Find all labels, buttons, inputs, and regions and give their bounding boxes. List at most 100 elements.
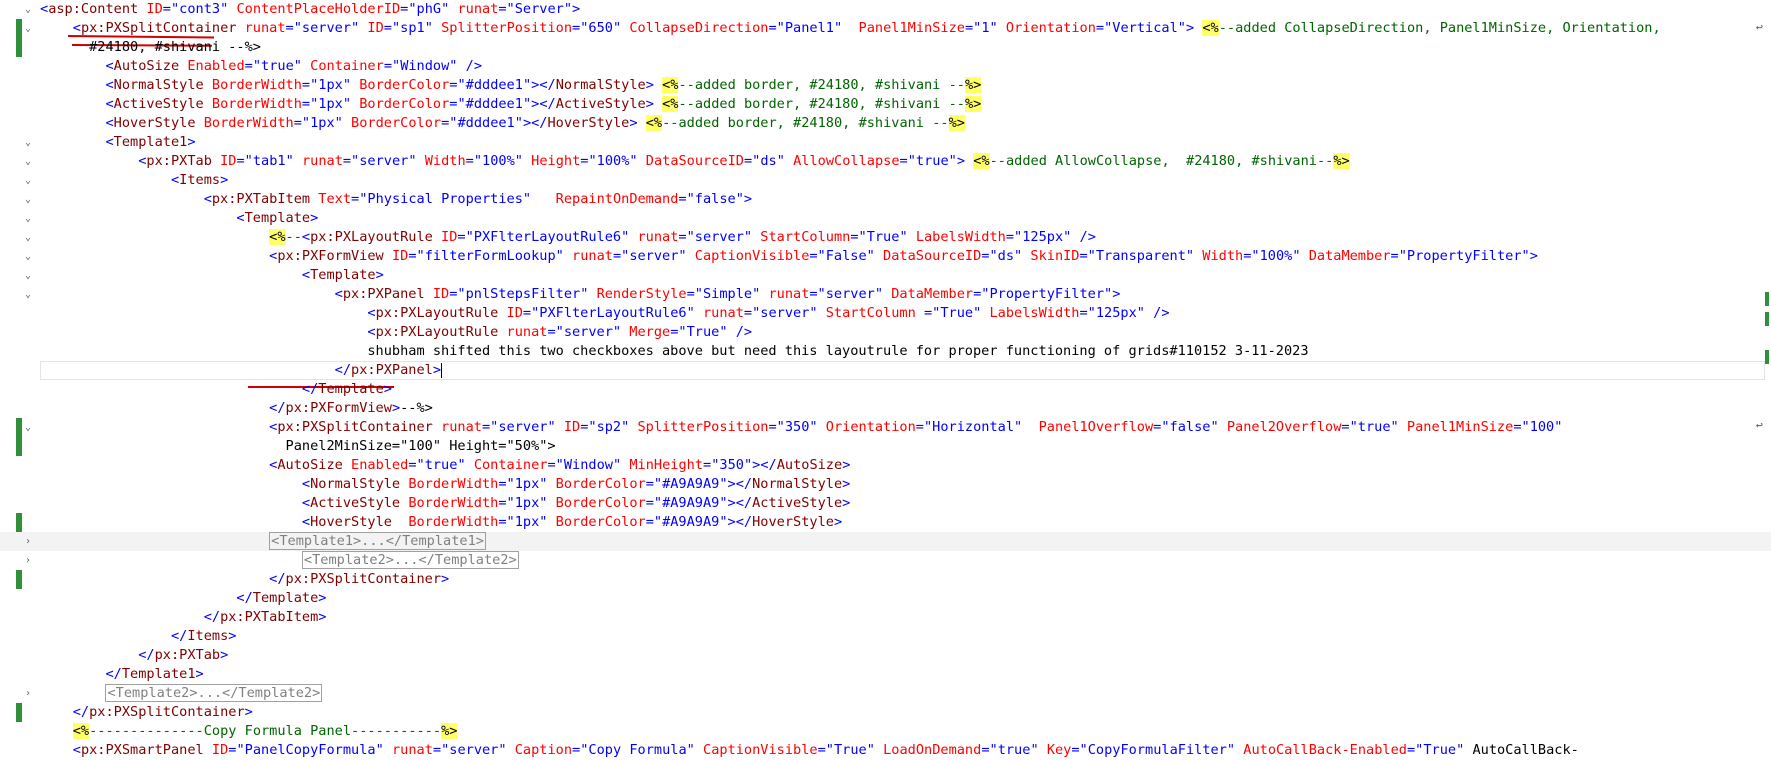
- code-line-text: </Template>: [301, 381, 392, 397]
- code-line-text: <Template2>...</Template2>: [40, 551, 519, 570]
- code-line-text: <HoverStyle BorderWidth="1px" BorderColo…: [105, 115, 965, 131]
- code-line[interactable]: ⌄ <Template1>: [0, 133, 1771, 152]
- code-line-text: </Template1>: [105, 666, 204, 682]
- fold-collapse-icon[interactable]: ⌄: [22, 19, 34, 38]
- code-line-text: </Template>: [236, 590, 327, 606]
- change-indicator: [16, 570, 22, 589]
- collapsed-region[interactable]: <Template2>...</Template2>: [301, 551, 519, 569]
- code-line-text: <px:PXFormView ID="filterFormLookup" run…: [269, 248, 1538, 264]
- code-line[interactable]: </px:PXSplitContainer>: [0, 570, 1771, 589]
- code-line-text: <%--------------Copy Formula Panel------…: [72, 723, 458, 739]
- code-line-text: <Template>: [301, 267, 384, 283]
- fold-collapse-icon[interactable]: ⌄: [22, 133, 34, 152]
- code-line-text: <Template1>: [105, 134, 196, 150]
- code-line[interactable]: <AutoSize Enabled="true" Container="Wind…: [0, 57, 1771, 76]
- code-line[interactable]: ⌄ <Template>: [0, 266, 1771, 285]
- code-line[interactable]: <ActiveStyle BorderWidth="1px" BorderCol…: [0, 95, 1771, 114]
- code-line[interactable]: </Template>: [0, 589, 1771, 608]
- code-line[interactable]: ⌄ <px:PXTabItem Text="Physical Propertie…: [0, 190, 1771, 209]
- code-line[interactable]: <HoverStyle BorderWidth="1px" BorderColo…: [0, 114, 1771, 133]
- word-wrap-icon: ↩: [1755, 418, 1763, 432]
- code-line-text: <asp:Content ID="cont3" ContentPlaceHold…: [40, 1, 581, 17]
- code-line[interactable]: <AutoSize Enabled="true" Container="Wind…: [0, 456, 1771, 475]
- code-line[interactable]: Panel2MinSize="100" Height="50%">: [0, 437, 1771, 456]
- code-line[interactable]: ⌄ <Items>: [0, 171, 1771, 190]
- code-line-text: <Template>: [236, 210, 319, 226]
- code-line[interactable]: ⌄ <px:PXPanel ID="pnlStepsFilter" Render…: [0, 285, 1771, 304]
- code-line-text: Panel2MinSize="100" Height="50%">: [40, 438, 556, 454]
- change-indicator: [16, 437, 22, 456]
- code-line[interactable]: </Template>: [0, 380, 1771, 399]
- fold-collapse-icon[interactable]: ⌄: [22, 418, 34, 437]
- code-line[interactable]: <%--------------Copy Formula Panel------…: [0, 722, 1771, 741]
- fold-collapse-icon[interactable]: ⌄: [22, 209, 34, 228]
- fold-collapse-icon[interactable]: ⌄: [22, 171, 34, 190]
- code-line[interactable]: ⌄ <asp:Content ID="cont3" ContentPlaceHol…: [0, 0, 1771, 19]
- code-line-text: <ActiveStyle BorderWidth="1px" BorderCol…: [105, 96, 982, 112]
- fold-collapse-icon[interactable]: ⌄: [22, 247, 34, 266]
- code-line[interactable]: <HoverStyle BorderWidth="1px" BorderColo…: [0, 513, 1771, 532]
- code-line[interactable]: </px:PXTabItem>: [0, 608, 1771, 627]
- fold-expand-icon[interactable]: ›: [22, 551, 34, 570]
- code-line-text: <NormalStyle BorderWidth="1px" BorderCol…: [105, 77, 982, 93]
- code-line[interactable]: </px:PXSplitContainer>: [0, 703, 1771, 722]
- text-caret: [441, 362, 443, 378]
- code-line-text: </Items>: [170, 628, 237, 644]
- code-line[interactable]: </Items>: [0, 627, 1771, 646]
- code-line-text: <px:PXLayoutRule ID="PXFlterLayoutRule6"…: [367, 305, 1170, 321]
- code-line[interactable]: <px:PXLayoutRule ID="PXFlterLayoutRule6"…: [0, 304, 1771, 323]
- code-line[interactable]: › <Template2>...</Template2>: [0, 684, 1771, 703]
- code-line[interactable]: › <Template2>...</Template2>: [0, 551, 1771, 570]
- fold-collapse-icon[interactable]: ⌄: [22, 152, 34, 171]
- code-line-text: </px:PXSplitContainer>: [269, 571, 450, 587]
- code-line[interactable]: </px:PXTab>: [0, 646, 1771, 665]
- code-line[interactable]: #24180, #shivani --%>: [0, 38, 1771, 57]
- code-line-text: </px:PXFormView>--%>: [269, 400, 433, 416]
- code-line-text: <px:PXSplitContainer runat="server" ID="…: [72, 20, 1661, 36]
- fold-collapse-icon[interactable]: ⌄: [22, 0, 34, 19]
- code-line[interactable]: ⌄ <px:PXSplitContainer runat="server" ID…: [0, 19, 1771, 38]
- code-line-text: <px:PXTabItem Text="Physical Properties"…: [203, 191, 753, 207]
- code-line[interactable]: shubham shifted this two checkboxes abov…: [0, 342, 1771, 361]
- code-line[interactable]: › <Template1>...</Template1>: [0, 532, 1771, 551]
- code-line-text: </px:PXTab>: [138, 647, 229, 663]
- code-line[interactable]: ⌄ <px:PXTab ID="tab1" runat="server" Wid…: [0, 152, 1771, 171]
- scrollbar-change-marker: [1765, 312, 1769, 326]
- code-line-text: <Template1>...</Template1>: [40, 532, 486, 551]
- fold-expand-icon[interactable]: ›: [22, 532, 34, 551]
- code-line[interactable]: <NormalStyle BorderWidth="1px" BorderCol…: [0, 76, 1771, 95]
- fold-collapse-icon[interactable]: ⌄: [22, 190, 34, 209]
- code-line-text: </px:PXSplitContainer>: [72, 704, 253, 720]
- code-line[interactable]: ⌄ <Template>: [0, 209, 1771, 228]
- code-line[interactable]: </Template1>: [0, 665, 1771, 684]
- code-line-text: <px:PXPanel ID="pnlStepsFilter" RenderSt…: [334, 286, 1121, 302]
- scrollbar-change-marker: [1765, 292, 1769, 306]
- code-line[interactable]: <px:PXLayoutRule runat="server" Merge="T…: [0, 323, 1771, 342]
- code-editor[interactable]: ⌄ <asp:Content ID="cont3" ContentPlaceHol…: [0, 0, 1771, 759]
- code-line[interactable]: <ActiveStyle BorderWidth="1px" BorderCol…: [0, 494, 1771, 513]
- code-line-text: <Items>: [170, 172, 229, 188]
- code-line-text: shubham shifted this two checkboxes abov…: [40, 343, 1309, 359]
- code-line[interactable]: ⌄ <%--<px:PXLayoutRule ID="PXFlterLayout…: [0, 228, 1771, 247]
- code-line[interactable]: </px:PXPanel>: [0, 361, 1771, 380]
- code-line-text: #24180, #shivani --%>: [40, 39, 261, 55]
- code-line[interactable]: <NormalStyle BorderWidth="1px" BorderCol…: [0, 475, 1771, 494]
- code-line-text: </px:PXTabItem>: [203, 609, 327, 625]
- code-line-text: <AutoSize Enabled="true" Container="Wind…: [269, 457, 851, 473]
- code-line-text: <AutoSize Enabled="true" Container="Wind…: [105, 58, 483, 74]
- code-line-text: </px:PXPanel>: [334, 362, 443, 378]
- fold-expand-icon[interactable]: ›: [22, 684, 34, 703]
- collapsed-region[interactable]: <Template2>...</Template2>: [105, 684, 323, 702]
- code-line-text: <%--<px:PXLayoutRule ID="PXFlterLayoutRu…: [269, 229, 1096, 245]
- code-line[interactable]: <px:PXSmartPanel ID="PanelCopyFormula" r…: [0, 741, 1771, 760]
- code-line[interactable]: ⌄ <px:PXFormView ID="filterFormLookup" r…: [0, 247, 1771, 266]
- fold-collapse-icon[interactable]: ⌄: [22, 228, 34, 247]
- code-line-text: <HoverStyle BorderWidth="1px" BorderColo…: [301, 514, 843, 530]
- code-line[interactable]: </px:PXFormView>--%>: [0, 399, 1771, 418]
- code-line-text: <px:PXSmartPanel ID="PanelCopyFormula" r…: [72, 742, 1579, 758]
- fold-collapse-icon[interactable]: ⌄: [22, 285, 34, 304]
- code-line[interactable]: ⌄ <px:PXSplitContainer runat="server" ID…: [0, 418, 1771, 437]
- fold-collapse-icon[interactable]: ⌄: [22, 266, 34, 285]
- collapsed-region[interactable]: <Template1>...</Template1>: [269, 532, 486, 550]
- change-indicator: [16, 703, 22, 722]
